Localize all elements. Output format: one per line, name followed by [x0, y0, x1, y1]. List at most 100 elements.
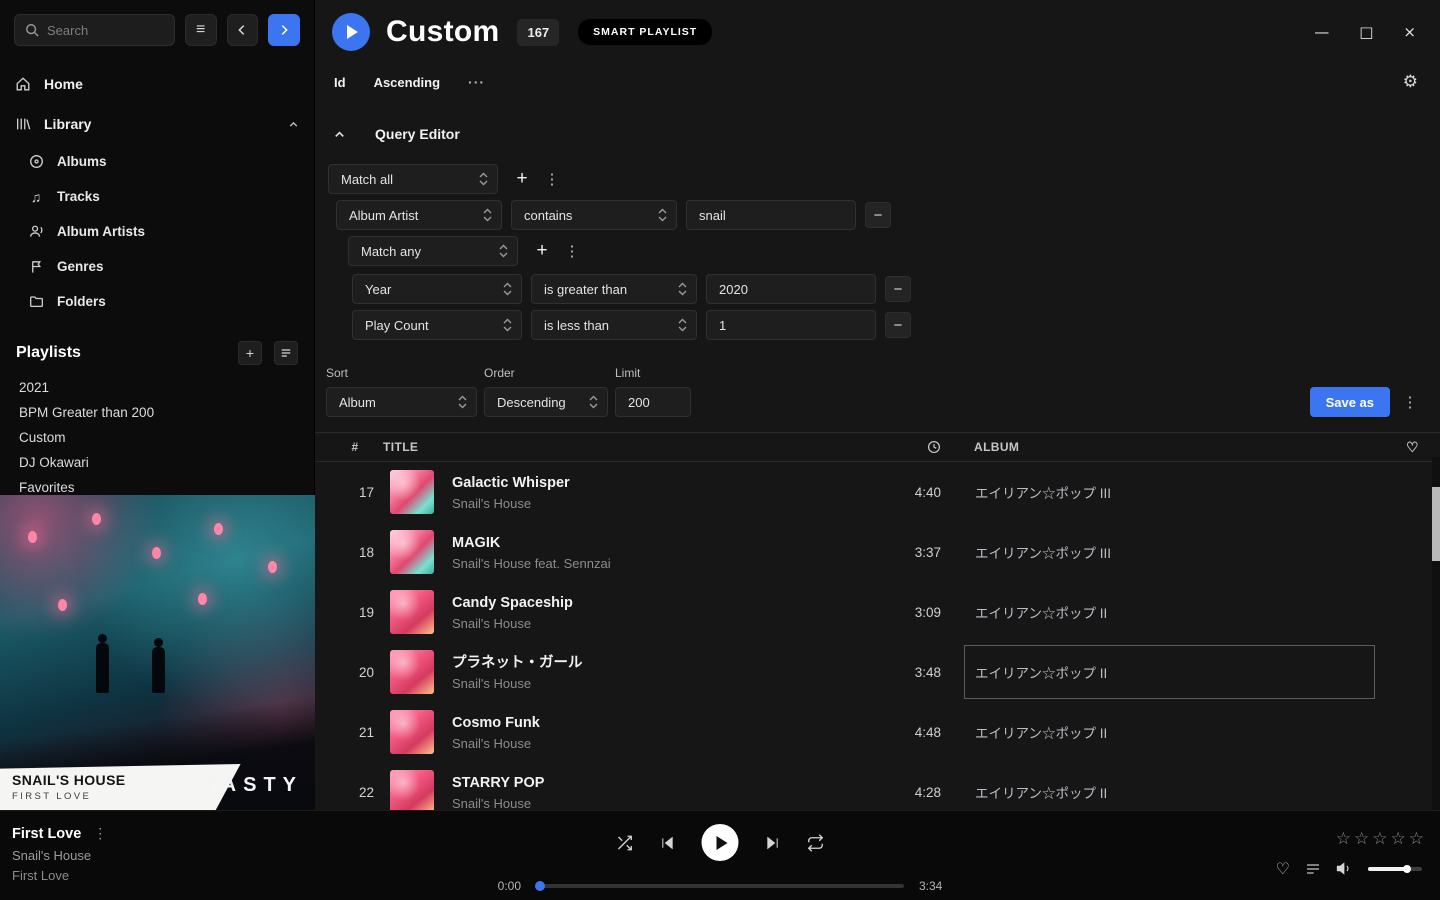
rule-value-input[interactable]	[706, 310, 876, 340]
track-album-focused[interactable]: エイリアン☆ポップ II	[964, 645, 1375, 699]
now-playing-title[interactable]: First Love	[12, 826, 81, 842]
remove-rule-button[interactable]: −	[885, 312, 911, 338]
rule-group-menu-button[interactable]: ⋮	[564, 238, 580, 264]
play-pause-button[interactable]	[702, 824, 739, 861]
table-scrollbar[interactable]	[1432, 457, 1440, 810]
track-artist[interactable]: Snail's House	[452, 736, 871, 751]
rule-value-input[interactable]	[686, 200, 856, 230]
star-icon[interactable]: ☆	[1409, 829, 1424, 849]
track-artist[interactable]: Snail's House	[452, 496, 871, 511]
track-title[interactable]: MAGIK	[452, 534, 871, 553]
playlist-item[interactable]: DJ Okawari	[0, 450, 314, 475]
column-header-number[interactable]: #	[327, 440, 383, 454]
now-playing-menu-button[interactable]: ⋮	[93, 825, 107, 842]
track-album[interactable]: エイリアン☆ポップ II	[964, 765, 1375, 810]
more-options-button[interactable]: ···	[468, 74, 485, 90]
previous-track-button[interactable]	[660, 835, 676, 851]
table-row[interactable]: 18 MAGIK Snail's House feat. Sennzai 3:3…	[315, 522, 1440, 582]
sidebar-item-genres[interactable]: Genres	[28, 249, 300, 284]
queue-button[interactable]	[1305, 861, 1321, 877]
track-album[interactable]: エイリアン☆ポップ III	[964, 465, 1375, 519]
settings-gear-icon[interactable]: ⚙	[1403, 72, 1418, 92]
track-title[interactable]: Cosmo Funk	[452, 714, 871, 733]
close-button[interactable]: ×	[1403, 23, 1416, 41]
track-artist[interactable]: Snail's House	[452, 616, 871, 631]
volume-handle[interactable]	[1403, 865, 1411, 873]
track-album[interactable]: エイリアン☆ポップ II	[964, 705, 1375, 759]
sidebar-item-album-artists[interactable]: Album Artists	[28, 214, 300, 249]
playlist-item[interactable]: 2021	[0, 375, 314, 400]
now-playing-album[interactable]: First Love	[12, 868, 107, 883]
chevron-up-icon[interactable]	[287, 118, 300, 131]
maximize-button[interactable]: □	[1359, 23, 1373, 41]
track-artist[interactable]: Snail's House feat. Sennzai	[452, 556, 871, 571]
remove-rule-button[interactable]: −	[865, 202, 891, 228]
nav-back-button[interactable]	[227, 14, 259, 46]
save-as-button[interactable]: Save as	[1310, 387, 1390, 417]
track-title[interactable]: Galactic Whisper	[452, 474, 871, 493]
rule-value-input[interactable]	[706, 274, 876, 304]
now-playing-artist[interactable]: Snail's House	[12, 848, 107, 863]
rule-field-select[interactable]: Year	[352, 274, 522, 304]
next-track-button[interactable]	[765, 835, 781, 851]
track-title[interactable]: プラネット・ガール	[452, 654, 871, 673]
star-icon[interactable]: ☆	[1336, 829, 1351, 849]
match-type-select[interactable]: Match all	[328, 164, 498, 194]
table-row[interactable]: 17 Galactic Whisper Snail's House 4:40 エ…	[315, 462, 1440, 522]
table-row[interactable]: 21 Cosmo Funk Snail's House 4:48 エイリアン☆ポ…	[315, 702, 1440, 762]
sidebar-item-albums[interactable]: Albums	[28, 144, 300, 179]
order-select[interactable]: Descending	[484, 387, 608, 417]
track-artist[interactable]: Snail's House	[452, 796, 871, 811]
rule-field-select[interactable]: Play Count	[352, 310, 522, 340]
nav-forward-button[interactable]	[268, 14, 300, 46]
collapse-query-editor-button[interactable]	[332, 127, 347, 142]
playlist-item[interactable]: Custom	[0, 425, 314, 450]
rule-operator-select[interactable]: is greater than	[531, 274, 697, 304]
table-row[interactable]: 20 プラネット・ガール Snail's House 3:48 エイリアン☆ポッ…	[315, 642, 1440, 702]
sort-field-button[interactable]: Id	[334, 75, 346, 90]
track-album[interactable]: エイリアン☆ポップ II	[964, 585, 1375, 639]
rule-field-select[interactable]: Album Artist	[336, 200, 502, 230]
favorite-heart-icon[interactable]: ♡	[1276, 859, 1290, 878]
group-match-type-select[interactable]: Match any	[348, 236, 518, 266]
track-album[interactable]: エイリアン☆ポップ III	[964, 525, 1375, 579]
rule-operator-select[interactable]: is less than	[531, 310, 697, 340]
sort-order-button[interactable]: Ascending	[374, 75, 440, 90]
sidebar-item-library[interactable]: Library	[14, 104, 300, 144]
search-input[interactable]	[47, 23, 164, 38]
table-row[interactable]: 22 STARRY POP Snail's House 4:28 エイリアン☆ポ…	[315, 762, 1440, 810]
query-menu-button[interactable]: ⋮	[1402, 389, 1418, 415]
seek-bar[interactable]	[536, 884, 904, 888]
menu-button[interactable]: ≡	[185, 14, 217, 46]
star-icon[interactable]: ☆	[1372, 829, 1387, 849]
seek-handle[interactable]	[535, 881, 545, 891]
sidebar-item-home[interactable]: Home	[14, 64, 300, 104]
add-rule-button[interactable]: +	[529, 238, 555, 264]
volume-button[interactable]	[1336, 860, 1353, 877]
limit-input[interactable]	[615, 387, 691, 417]
track-title[interactable]: Candy Spaceship	[452, 594, 871, 613]
rule-operator-select[interactable]: contains	[511, 200, 677, 230]
scrollbar-thumb[interactable]	[1432, 487, 1440, 561]
minimize-button[interactable]: —	[1314, 23, 1329, 41]
rule-group-menu-button[interactable]: ⋮	[544, 166, 560, 192]
playlist-list-button[interactable]	[274, 341, 298, 365]
sort-select[interactable]: Album	[326, 387, 477, 417]
column-header-duration[interactable]	[871, 440, 941, 454]
shuffle-button[interactable]	[616, 834, 634, 852]
table-row[interactable]: 19 Candy Spaceship Snail's House 3:09 エイ…	[315, 582, 1440, 642]
search-box[interactable]	[14, 14, 175, 46]
add-playlist-button[interactable]: +	[238, 341, 262, 365]
track-title[interactable]: STARRY POP	[452, 774, 871, 793]
play-playlist-button[interactable]	[332, 13, 370, 51]
repeat-button[interactable]	[807, 834, 825, 852]
sidebar-item-tracks[interactable]: ♫ Tracks	[28, 179, 300, 214]
sidebar-item-folders[interactable]: Folders	[28, 284, 300, 319]
column-header-title[interactable]: TITLE	[383, 440, 871, 454]
now-playing-artwork[interactable]: SNAIL'S HOUSE FIRST LOVE TASTY	[0, 495, 315, 810]
star-icon[interactable]: ☆	[1391, 829, 1406, 849]
star-icon[interactable]: ☆	[1354, 829, 1369, 849]
heart-column-icon[interactable]: ♡	[1385, 439, 1440, 456]
volume-slider[interactable]	[1368, 867, 1422, 871]
column-header-album[interactable]: ALBUM	[941, 440, 1385, 454]
